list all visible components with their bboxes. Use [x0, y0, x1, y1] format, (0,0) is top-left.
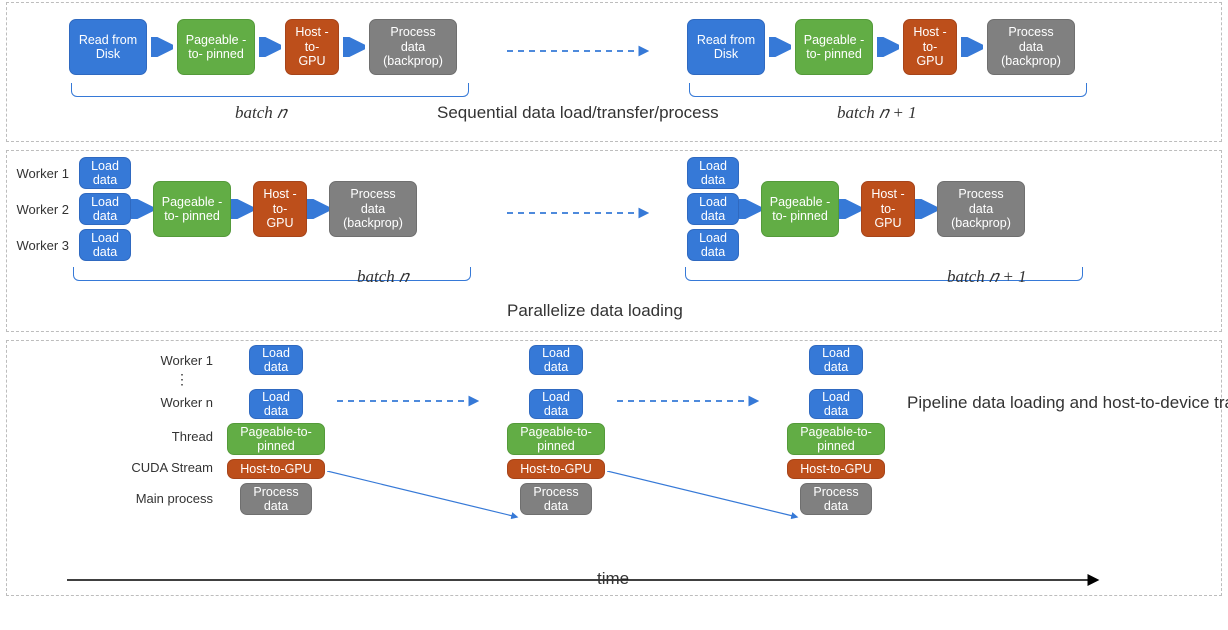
box-pageable: Pageable -to- pinned: [153, 181, 231, 237]
arrow-icon: [131, 199, 153, 219]
box-load-data: Load data: [809, 345, 863, 375]
bracket-icon: [71, 83, 469, 97]
thread-label: Thread: [67, 419, 219, 455]
panel2-title: Parallelize data loading: [507, 301, 683, 321]
panel3-title: Pipeline data loading and host-to-device…: [907, 391, 1207, 415]
arrow-icon: [769, 37, 791, 57]
batch-n-label: batch 𝑛: [235, 103, 286, 123]
box-pageable: Pageable-to- pinned: [227, 423, 325, 455]
box-load-data: Load data: [249, 389, 303, 419]
dashed-arrow-icon: [507, 203, 657, 223]
dashed-arrow-icon: [507, 41, 657, 61]
arrow-icon: [231, 199, 253, 219]
bracket-icon: [689, 83, 1087, 97]
box-host-gpu: Host -to- GPU: [903, 19, 957, 75]
worker3-label: Worker 3: [13, 238, 75, 253]
box-load-data: Load data: [79, 193, 131, 225]
box-load-data: Load data: [529, 345, 583, 375]
box-process: Process data (backprop): [937, 181, 1025, 237]
cuda-label: CUDA Stream: [67, 455, 219, 481]
box-host-gpu: Host -to- GPU: [253, 181, 307, 237]
arrow-icon: [307, 199, 329, 219]
dashed-arrow-icon: [337, 391, 487, 411]
box-load-data: Load data: [687, 193, 739, 225]
box-process: Process data: [800, 483, 872, 515]
box-pageable: Pageable -to- pinned: [177, 19, 255, 75]
box-load-data: Load data: [809, 389, 863, 419]
box-load-data: Load data: [79, 229, 131, 261]
batch-n1-label: batch 𝑛 + 1: [947, 267, 1027, 287]
panel-pipeline: Worker 1 ⋮ Worker n Thread CUDA Stream M…: [6, 340, 1222, 596]
par-batch-n1: Load data Load data Load data Pageable -…: [687, 157, 1025, 261]
vdots-icon: ⋮: [67, 377, 219, 387]
main-label: Main process: [67, 481, 219, 517]
box-load-data: Load data: [79, 157, 131, 189]
panel1-title: Sequential data load/transfer/process: [437, 103, 719, 123]
panel-sequential: Read from Disk Pageable -to- pinned Host…: [6, 2, 1222, 142]
arrow-icon: [915, 199, 937, 219]
par-batch-n: Worker 1 Load data Worker 2 Load data Work…: [13, 157, 417, 261]
arrow-icon: [961, 37, 983, 57]
pipeline-col-1: Load data Load data Pageable-to- pinned …: [227, 345, 325, 515]
dashed-arrow-icon: [617, 391, 767, 411]
box-read-disk: Read from Disk: [69, 19, 147, 75]
bracket-icon: [73, 267, 471, 281]
worker1-label: Worker 1: [67, 345, 219, 377]
arrow-icon: [151, 37, 173, 57]
worker2-label: Worker 2: [13, 202, 75, 217]
panel-parallel: Worker 1 Load data Worker 2 Load data Work…: [6, 150, 1222, 332]
box-read-disk: Read from Disk: [687, 19, 765, 75]
box-process: Process data (backprop): [329, 181, 417, 237]
box-pageable: Pageable -to- pinned: [761, 181, 839, 237]
arrow-icon: [343, 37, 365, 57]
solid-arrow-icon: [607, 471, 807, 527]
box-process: Process data: [240, 483, 312, 515]
box-process: Process data: [520, 483, 592, 515]
worker1-label: Worker 1: [13, 166, 75, 181]
box-pageable: Pageable-to- pinned: [507, 423, 605, 455]
arrow-icon: [259, 37, 281, 57]
box-load-data: Load data: [687, 157, 739, 189]
box-host-gpu: Host -to- GPU: [285, 19, 339, 75]
box-host-gpu: Host -to- GPU: [861, 181, 915, 237]
seq-batch-n1: Read from Disk Pageable -to- pinned Host…: [687, 19, 1075, 75]
box-host-gpu: Host-to-GPU: [227, 459, 325, 479]
box-process: Process data (backprop): [987, 19, 1075, 75]
batch-n1-label: batch 𝑛 + 1: [837, 103, 917, 123]
box-pageable: Pageable-to- pinned: [787, 423, 885, 455]
batch-n-label: batch 𝑛: [357, 267, 408, 287]
solid-arrow-icon: [327, 471, 527, 527]
seq-batch-n: Read from Disk Pageable -to- pinned Host…: [69, 19, 457, 75]
time-label: time: [597, 569, 629, 589]
workern-label: Worker n: [67, 387, 219, 419]
box-load-data: Load data: [249, 345, 303, 375]
time-axis-icon: [67, 571, 1107, 589]
arrow-icon: [739, 199, 761, 219]
box-process: Process data (backprop): [369, 19, 457, 75]
arrow-icon: [839, 199, 861, 219]
arrow-icon: [877, 37, 899, 57]
box-pageable: Pageable -to- pinned: [795, 19, 873, 75]
box-load-data: Load data: [529, 389, 583, 419]
box-load-data: Load data: [687, 229, 739, 261]
